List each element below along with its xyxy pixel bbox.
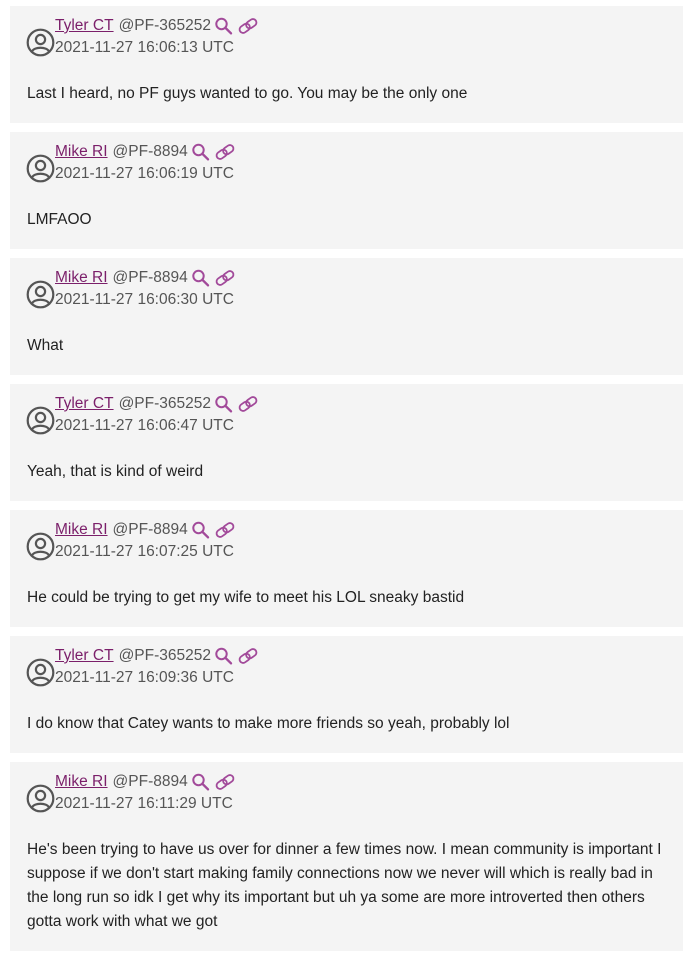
author-handle: @PF-8894: [112, 269, 188, 286]
author-handle: @PF-365252: [118, 395, 211, 412]
author-handle: @PF-8894: [112, 143, 188, 160]
message-timestamp: 2021-11-27 16:09:36 UTC: [55, 669, 234, 686]
message-card: Tyler CT @PF-365252 2021-11-27 16:06:13 …: [10, 6, 683, 123]
search-icon[interactable]: [191, 269, 211, 287]
user-circle-icon: [26, 406, 55, 435]
message-text: Last I heard, no PF guys wanted to go. Y…: [27, 85, 468, 102]
message-header: Mike RI @PF-8894 2021-11-27 16:11:29 UTC: [55, 772, 236, 816]
author-link[interactable]: Tyler CT: [55, 646, 114, 666]
message-text: I do know that Catey wants to make more …: [27, 715, 510, 732]
link-icon[interactable]: [214, 269, 236, 287]
author-handle: @PF-8894: [112, 773, 188, 790]
author-handle: @PF-365252: [118, 647, 211, 664]
link-icon[interactable]: [214, 773, 236, 791]
message-header: Mike RI @PF-8894 2021-11-27 16:06:30 UTC: [55, 268, 236, 312]
message-header: Tyler CT @PF-365252 2021-11-27 16:09:36 …: [55, 646, 259, 690]
message-card: Mike RI @PF-8894 2021-11-27 16:06:19 UTC…: [10, 132, 683, 249]
message-header: Mike RI @PF-8894 2021-11-27 16:07:25 UTC: [55, 520, 236, 564]
search-icon[interactable]: [214, 395, 234, 413]
search-icon[interactable]: [191, 521, 211, 539]
search-icon[interactable]: [214, 17, 234, 35]
user-circle-icon: [26, 784, 55, 813]
author-link[interactable]: Mike RI: [55, 772, 108, 792]
message-timestamp: 2021-11-27 16:06:47 UTC: [55, 417, 234, 434]
message-timestamp: 2021-11-27 16:11:29 UTC: [55, 795, 233, 812]
message-text: LMFAOO: [27, 211, 92, 228]
message-timestamp: 2021-11-27 16:06:19 UTC: [55, 165, 234, 182]
user-circle-icon: [26, 658, 55, 687]
user-circle-icon: [26, 280, 55, 309]
author-handle: @PF-8894: [112, 521, 188, 538]
message-card: Mike RI @PF-8894 2021-11-27 16:06:30 UTC…: [10, 258, 683, 375]
author-link[interactable]: Tyler CT: [55, 16, 114, 36]
link-icon[interactable]: [237, 647, 259, 665]
message-card: Tyler CT @PF-365252 2021-11-27 16:09:36 …: [10, 636, 683, 753]
message-card: Mike RI @PF-8894 2021-11-27 16:07:25 UTC…: [10, 510, 683, 627]
message-card: Mike RI @PF-8894 2021-11-27 16:11:29 UTC…: [10, 762, 683, 951]
search-icon[interactable]: [214, 647, 234, 665]
message-timestamp: 2021-11-27 16:07:25 UTC: [55, 543, 234, 560]
search-icon[interactable]: [191, 143, 211, 161]
message-timestamp: 2021-11-27 16:06:13 UTC: [55, 39, 234, 56]
user-circle-icon: [26, 28, 55, 57]
link-icon[interactable]: [214, 143, 236, 161]
user-circle-icon: [26, 532, 55, 561]
message-header: Mike RI @PF-8894 2021-11-27 16:06:19 UTC: [55, 142, 236, 186]
user-circle-icon: [26, 154, 55, 183]
author-link[interactable]: Mike RI: [55, 268, 108, 288]
message-text: Yeah, that is kind of weird: [27, 463, 204, 480]
message-header: Tyler CT @PF-365252 2021-11-27 16:06:47 …: [55, 394, 259, 438]
link-icon[interactable]: [237, 17, 259, 35]
message-text: He could be trying to get my wife to mee…: [27, 589, 465, 606]
search-icon[interactable]: [191, 773, 211, 791]
author-handle: @PF-365252: [118, 17, 211, 34]
author-link[interactable]: Mike RI: [55, 142, 108, 162]
message-text: What: [27, 337, 64, 354]
link-icon[interactable]: [214, 521, 236, 539]
message-card: Tyler CT @PF-365252 2021-11-27 16:06:47 …: [10, 384, 683, 501]
message-header: Tyler CT @PF-365252 2021-11-27 16:06:13 …: [55, 16, 259, 60]
link-icon[interactable]: [237, 395, 259, 413]
message-text: He's been trying to have us over for din…: [27, 841, 662, 930]
message-feed: Tyler CT @PF-365252 2021-11-27 16:06:13 …: [0, 0, 691, 957]
author-link[interactable]: Mike RI: [55, 520, 108, 540]
author-link[interactable]: Tyler CT: [55, 394, 114, 414]
message-timestamp: 2021-11-27 16:06:30 UTC: [55, 291, 234, 308]
